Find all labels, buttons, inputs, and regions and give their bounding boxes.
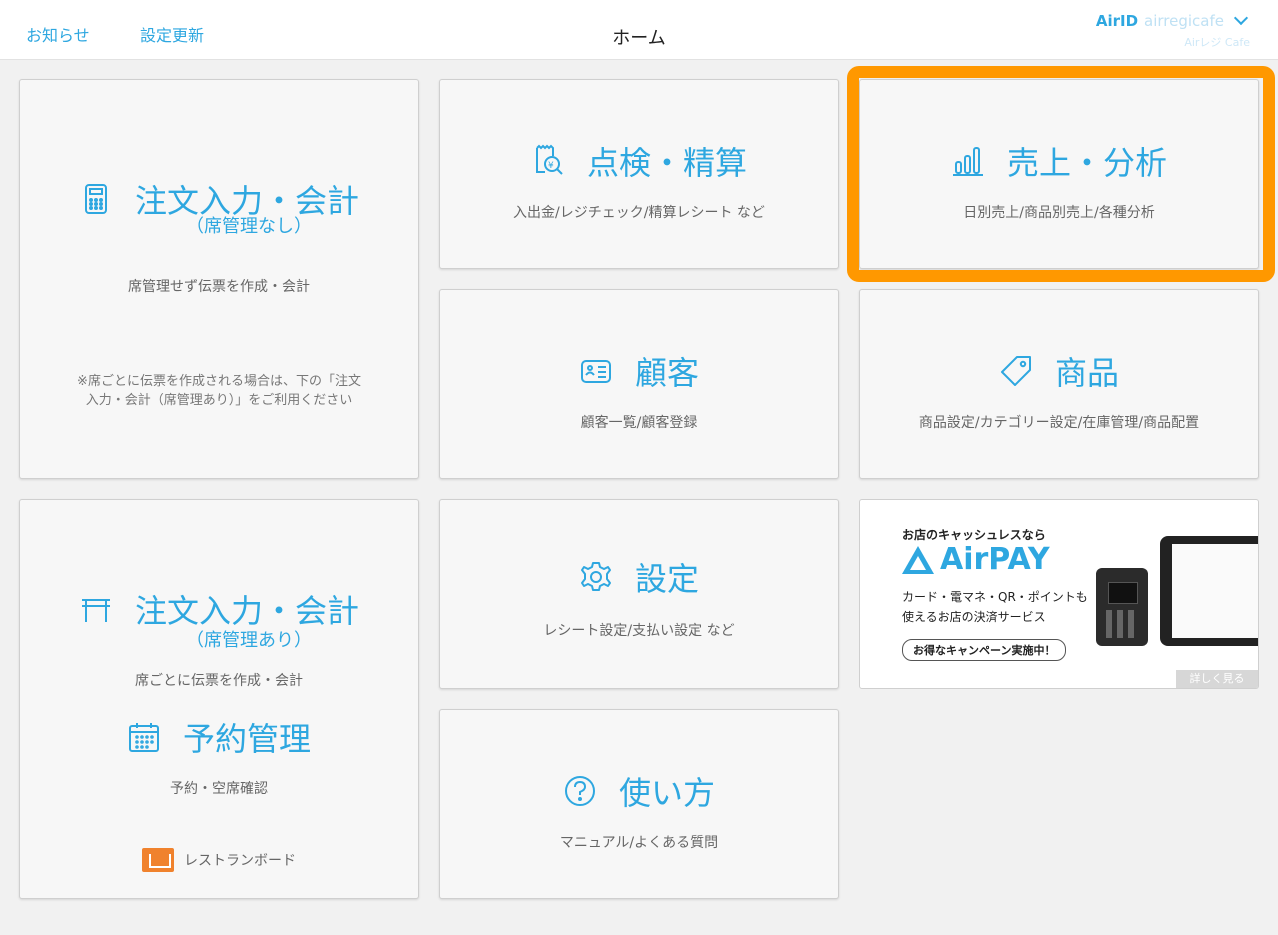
tag-icon <box>1000 356 1031 386</box>
order-seat-desc: 席ごとに伝票を作成・会計 <box>135 673 303 689</box>
settings-title: 設定 <box>440 554 838 600</box>
inspection-title: ¥ 点検・精算 <box>440 138 838 184</box>
airid-label: AirID <box>1095 12 1139 30</box>
product-desc: 商品設定/カテゴリー設定/在庫管理/商品配置 <box>918 415 1200 431</box>
chevron-down-icon[interactable] <box>1233 10 1249 26</box>
banner-line-1: カード・電マネ・QR・ポイントも <box>902 590 1088 604</box>
order-no-seat-tile[interactable]: 注文入力・会計 （席管理なし） 席管理せず伝票を作成・会計 ※席ごとに伝票を作成… <box>19 79 419 479</box>
customer-title: 顧客 <box>440 348 838 394</box>
airpay-triangle-icon <box>902 545 934 574</box>
calculator-icon <box>84 184 107 214</box>
reservation-label: 予約管理 <box>182 720 311 758</box>
sales-highlight-frame <box>847 66 1275 282</box>
order-no-seat-note-2: 入力・会計（席管理あり）」をご利用ください <box>85 393 353 408</box>
settings-desc: レシート設定/支払い設定 など <box>543 623 735 639</box>
howto-title: 使い方 <box>440 768 838 814</box>
customer-desc: 顧客一覧/顧客登録 <box>580 415 698 431</box>
howto-label: 使い方 <box>618 774 715 812</box>
product-title: 商品 <box>860 348 1258 394</box>
howto-desc: マニュアル/よくある質問 <box>559 835 719 851</box>
page-title: ホーム <box>612 28 666 49</box>
product-label: 商品 <box>1054 354 1119 392</box>
card-reader-image <box>1096 568 1148 646</box>
settings-label: 設定 <box>634 560 699 598</box>
airpay-banner[interactable]: お店のキャッシュレスなら AirPAY カード・電マネ・QR・ポイントも 使える… <box>859 499 1259 689</box>
svg-text:¥: ¥ <box>548 161 554 171</box>
settings-tile[interactable]: 設定 レシート設定/支払い設定 など <box>439 499 839 689</box>
customer-label: 顧客 <box>634 354 699 392</box>
order-seat-tile[interactable]: 注文入力・会計 （席管理あり） 席ごとに伝票を作成・会計 予約管理 予約・空席確… <box>19 499 419 899</box>
reservation-desc: 予約・空席確認 <box>170 781 268 797</box>
reservation-title[interactable]: 予約管理 <box>20 714 418 760</box>
airid-account-menu[interactable]: AirID airregicafe Airレジ Cafe <box>1095 10 1250 50</box>
restaurant-board-label: レストランボード <box>184 853 296 869</box>
campaign-button[interactable]: お得なキャンペーン実施中！ <box>902 639 1067 661</box>
order-no-seat-note-1: ※席ごとに伝票を作成される場合は、下の「注文 <box>77 374 361 389</box>
inspection-label: 点検・精算 <box>586 144 747 182</box>
inspection-desc: 入出金/レジチェック/精算レシート など <box>513 205 765 221</box>
help-icon <box>564 776 595 806</box>
airid-username: airregicafe <box>1144 12 1224 30</box>
customer-card-icon <box>580 360 611 383</box>
table-icon <box>81 599 110 622</box>
shop-name: Airレジ Cafe <box>1184 36 1250 49</box>
banner-line-2: 使えるお店の決済サービス <box>902 610 1046 624</box>
gear-icon <box>580 562 611 591</box>
order-no-seat-subtitle: （席管理なし） <box>186 216 312 237</box>
tablet-image <box>1160 536 1258 646</box>
inspection-tile[interactable]: ¥ 点検・精算 入出金/レジチェック/精算レシート など <box>439 79 839 269</box>
product-tile[interactable]: 商品 商品設定/カテゴリー設定/在庫管理/商品配置 <box>859 289 1259 479</box>
customer-tile[interactable]: 顧客 顧客一覧/顧客登録 <box>439 289 839 479</box>
details-button[interactable]: 詳しく見る <box>1176 670 1258 688</box>
order-seat-subtitle: （席管理あり） <box>186 630 312 651</box>
receipt-search-icon: ¥ <box>535 144 563 175</box>
airpay-logo: AirPAY <box>902 542 1050 577</box>
airpay-logo-text: AirPAY <box>940 542 1050 577</box>
order-no-seat-desc: 席管理せず伝票を作成・会計 <box>128 279 310 295</box>
calendar-icon <box>128 723 159 752</box>
banner-tagline: お店のキャッシュレスなら <box>902 528 1046 542</box>
restaurant-board-link[interactable]: レストランボード <box>19 848 419 872</box>
restaurant-board-icon <box>142 848 174 872</box>
top-bar: お知らせ 設定更新 ホーム AirID airregicafe Airレジ Ca… <box>0 0 1278 60</box>
howto-tile[interactable]: 使い方 マニュアル/よくある質問 <box>439 709 839 899</box>
